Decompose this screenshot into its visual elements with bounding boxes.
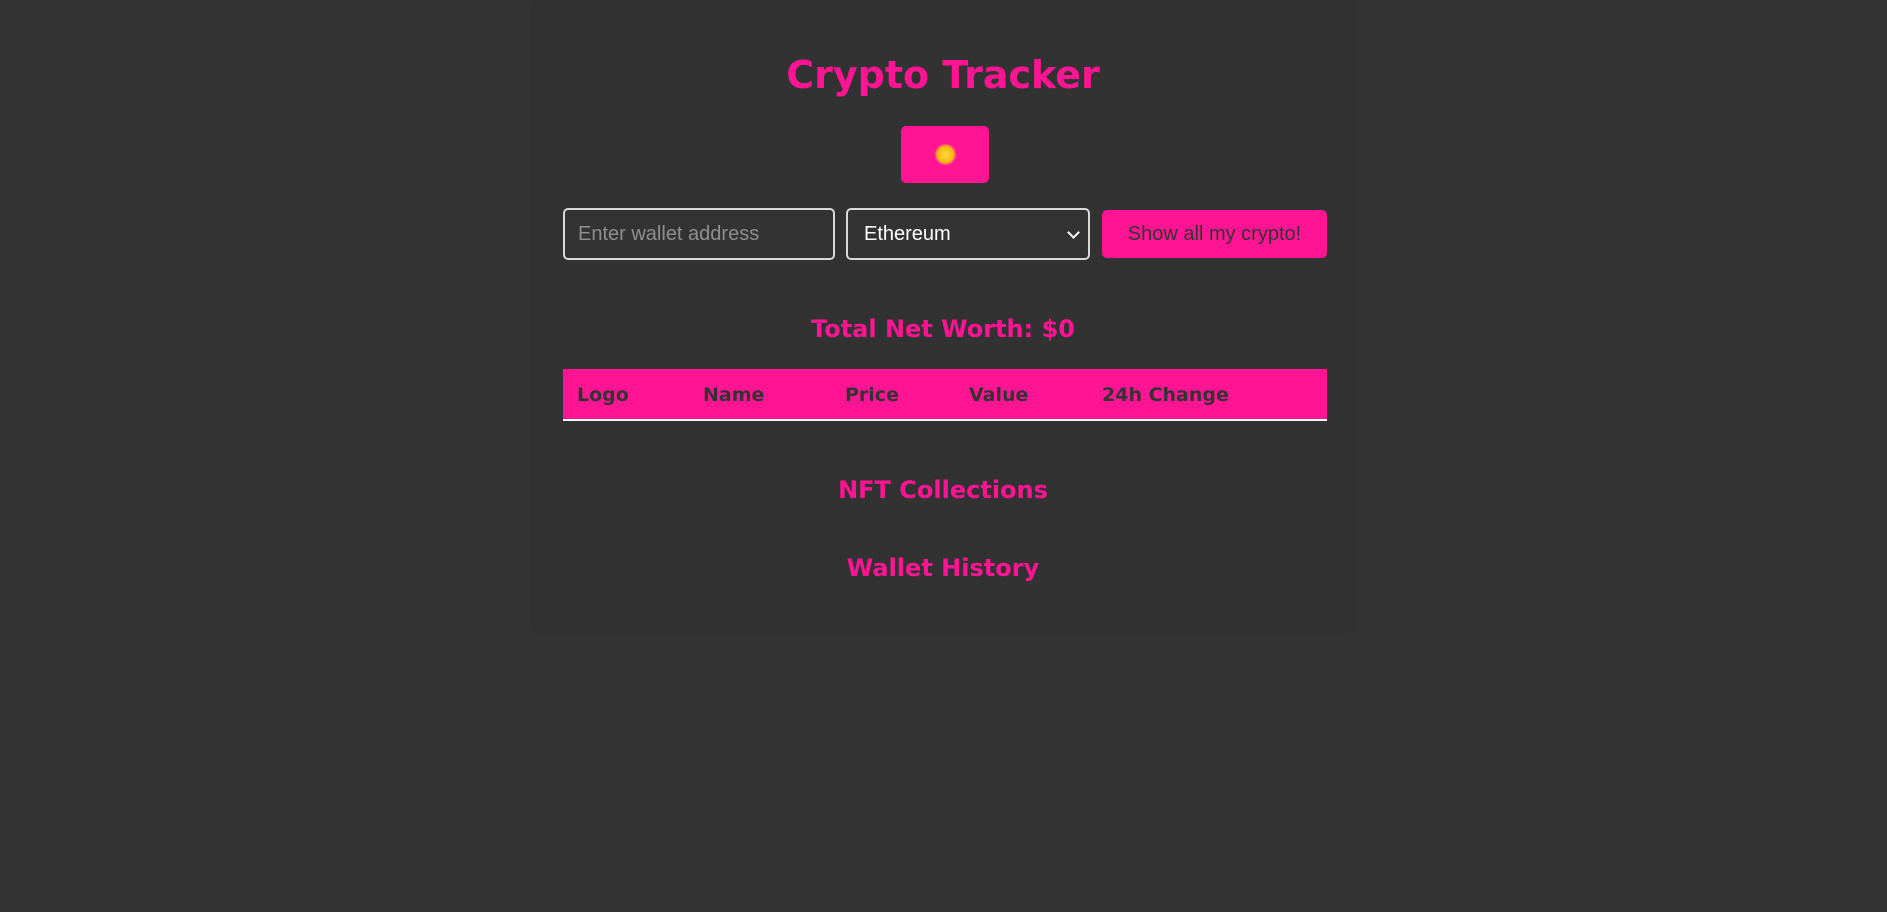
wallet-controls: Ethereum Show all my crypto! (563, 208, 1327, 260)
column-header-name: Name (703, 384, 765, 406)
show-all-crypto-button[interactable]: Show all my crypto! (1102, 210, 1327, 258)
column-header-price: Price (845, 384, 899, 406)
page-title: Crypto Tracker (786, 53, 1100, 97)
nft-collections-heading: NFT Collections (838, 476, 1048, 504)
chain-select-value: Ethereum (864, 222, 951, 245)
wallet-address-input[interactable] (563, 208, 835, 260)
sun-icon (936, 146, 954, 163)
tracker-card: Crypto Tracker Ethereum Show all my cryp… (534, 0, 1352, 630)
chevron-down-icon (1067, 225, 1080, 239)
wallet-history-heading: Wallet History (846, 554, 1040, 582)
column-header-24h-change: 24h Change (1102, 384, 1229, 406)
total-net-worth: Total Net Worth: $0 (811, 315, 1075, 343)
column-header-logo: Logo (577, 384, 629, 406)
theme-toggle-button[interactable] (901, 126, 989, 183)
chain-select[interactable]: Ethereum (846, 208, 1090, 260)
column-header-value: Value (969, 384, 1029, 406)
token-table-header: Logo Name Price Value 24h Change (563, 369, 1327, 421)
